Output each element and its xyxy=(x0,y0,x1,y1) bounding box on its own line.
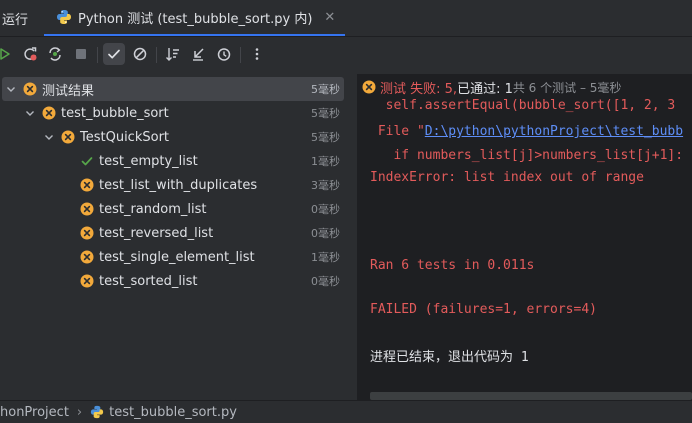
show-passed-icon[interactable] xyxy=(103,43,125,65)
fail-status-icon xyxy=(23,82,37,96)
breadcrumb-project[interactable]: honProject xyxy=(0,405,69,420)
tree-row-label: test_empty_list xyxy=(99,153,198,169)
tree-row[interactable]: test_sorted_list 0毫秒 xyxy=(0,269,346,293)
tab-title: Python 测试 (test_bubble_sort.py 内) xyxy=(78,11,313,27)
tree-row-label: test_bubble_sort xyxy=(61,105,169,121)
fail-status-icon xyxy=(80,250,94,264)
test-runner-toolbar xyxy=(0,37,692,73)
console-line: IndexError: list index out of range xyxy=(370,170,644,185)
fail-status-icon xyxy=(80,202,94,216)
console-line: FAILED (failures=1, errors=4) xyxy=(370,302,597,317)
horizontal-scrollbar[interactable] xyxy=(370,392,692,400)
python-icon xyxy=(57,10,71,24)
console-line: self.assertEqual(bubble_sort([1, 2, 3 xyxy=(370,98,676,113)
breadcrumb-file[interactable]: test_bubble_sort.py xyxy=(109,405,237,420)
fail-status-icon xyxy=(80,274,94,288)
tree-row[interactable]: test_empty_list 1毫秒 xyxy=(0,149,346,173)
fail-status-icon xyxy=(80,178,94,192)
tree-row-duration: 5毫秒 xyxy=(311,83,340,96)
tree-row-label: test_reversed_list xyxy=(99,225,214,241)
tree-row-label: test_list_with_duplicates xyxy=(99,177,258,193)
chevron-down-icon[interactable] xyxy=(42,130,56,144)
file-link[interactable]: D:\python\pythonProject\test_bubb xyxy=(425,124,683,139)
toolbar-separator xyxy=(240,47,241,63)
tree-row[interactable]: test_random_list 0毫秒 xyxy=(0,197,346,221)
more-icon[interactable] xyxy=(246,43,268,65)
python-icon xyxy=(91,405,104,419)
navigation-breadcrumb: honProject › test_bubble_sort.py xyxy=(0,400,692,423)
console-line: 进程已结束，退出代码为 1 xyxy=(370,350,529,365)
tree-row-label: 测试结果 xyxy=(42,83,95,99)
tree-row-duration: 5毫秒 xyxy=(311,131,340,144)
test-console[interactable]: 测试 失败: 5, 已通过: 1 共 6 个测试 – 5毫秒 self.asse… xyxy=(358,74,692,400)
tree-row[interactable]: test_bubble_sort 5毫秒 xyxy=(0,101,346,125)
tree-row-duration: 0毫秒 xyxy=(311,275,340,288)
test-results-tree: 测试结果 5毫秒 test_bubble_sort 5毫秒 TestQuickSort 5… xyxy=(0,74,356,400)
console-line: Ran 6 tests in 0.011s xyxy=(370,258,535,273)
chevron-down-icon[interactable] xyxy=(23,106,37,120)
tab-python-tests[interactable]: Python 测试 (test_bubble_sort.py 内) ✕ xyxy=(44,0,346,36)
toolbar-separator xyxy=(156,47,157,63)
history-icon[interactable] xyxy=(213,43,235,65)
fail-status-icon xyxy=(362,80,376,94)
tree-row-label: test_sorted_list xyxy=(99,273,198,289)
tree-row[interactable]: 测试结果 5毫秒 xyxy=(2,77,344,101)
tool-window-header: 运行 Python 测试 (test_bubble_sort.py 内) ✕ xyxy=(0,0,692,37)
toolbar-separator xyxy=(97,47,98,63)
console-line: File "D:\python\pythonProject\test_bubb xyxy=(370,124,683,139)
chevron-right-icon: › xyxy=(76,404,83,420)
chevron-down-icon[interactable] xyxy=(4,82,18,96)
tree-row-duration: 5毫秒 xyxy=(311,107,340,120)
rerun-icon[interactable] xyxy=(0,43,16,65)
tree-row-label: TestQuickSort xyxy=(80,129,170,145)
console-line: if numbers_list[j]>numbers_list[j+1]: xyxy=(370,148,684,163)
passed-count-text: 已通过: 1 xyxy=(457,81,513,97)
fail-status-icon xyxy=(61,130,75,144)
tree-row-duration: 1毫秒 xyxy=(311,251,340,264)
test-status-summary: 测试 失败: 5, 已通过: 1 共 6 个测试 – 5毫秒 xyxy=(358,74,692,100)
tree-row-label: test_single_element_list xyxy=(99,249,255,265)
stop-icon[interactable] xyxy=(70,43,92,65)
tree-row[interactable]: test_single_element_list 1毫秒 xyxy=(0,245,346,269)
toggle-auto-test-icon[interactable] xyxy=(44,43,66,65)
test-summary-text: 共 6 个测试 – 5毫秒 xyxy=(512,80,622,95)
tree-row[interactable]: test_reversed_list 0毫秒 xyxy=(0,221,346,245)
show-ignored-icon[interactable] xyxy=(129,43,151,65)
check-icon xyxy=(81,157,93,166)
tree-row-duration: 0毫秒 xyxy=(311,203,340,216)
close-icon[interactable]: ✕ xyxy=(324,10,335,25)
tree-row-label: test_random_list xyxy=(99,201,207,217)
tree-row[interactable]: test_list_with_duplicates 3毫秒 xyxy=(0,173,346,197)
collapse-icon[interactable] xyxy=(187,43,209,65)
rerun-failed-icon[interactable] xyxy=(19,43,41,65)
fail-status-icon xyxy=(42,106,56,120)
tree-row-duration: 3毫秒 xyxy=(311,179,340,192)
tree-row-duration: 1毫秒 xyxy=(311,155,340,168)
tree-row[interactable]: TestQuickSort 5毫秒 xyxy=(0,125,346,149)
fail-status-icon xyxy=(80,226,94,240)
sort-icon[interactable] xyxy=(162,43,184,65)
console-line-prefix: File " xyxy=(370,124,425,139)
failed-count-text: 测试 失败: 5, xyxy=(380,81,458,97)
run-tool-window-label: 运行 xyxy=(2,13,29,28)
tree-row-duration: 0毫秒 xyxy=(311,227,340,240)
